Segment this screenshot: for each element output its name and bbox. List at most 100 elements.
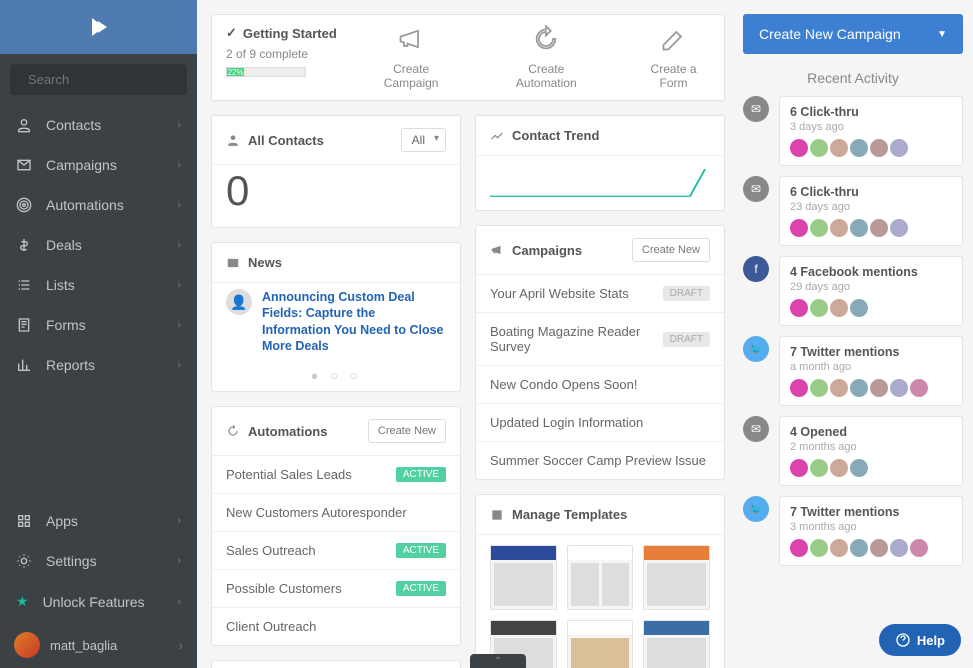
search-box[interactable] — [10, 64, 187, 95]
avatar — [890, 379, 908, 397]
list-item[interactable]: New Customers Autoresponder — [212, 493, 460, 531]
template-thumb[interactable] — [643, 620, 710, 668]
avatar — [850, 219, 868, 237]
nav-label: Reports — [46, 357, 95, 373]
nav-label: Lists — [46, 277, 75, 293]
create-form-action[interactable]: Create a Form — [637, 25, 710, 90]
status-badge: ACTIVE — [396, 543, 446, 558]
activity-time: a month ago — [790, 361, 952, 373]
campaigns-card: Campaigns Create New Your April Website … — [475, 225, 725, 480]
chart-icon — [16, 357, 32, 373]
target-icon — [16, 197, 32, 213]
template-thumb[interactable] — [643, 545, 710, 610]
logo[interactable] — [0, 0, 197, 54]
all-contacts-card: All Contacts All 0 — [211, 115, 461, 228]
list-item[interactable]: New Condo Opens Soon! — [476, 365, 724, 403]
activity-item[interactable]: f4 Facebook mentions29 days ago — [743, 256, 963, 326]
nav-item-campaigns[interactable]: Campaigns› — [0, 145, 197, 185]
help-button[interactable]: Help — [879, 624, 961, 656]
nav-item-settings[interactable]: Settings› — [0, 541, 197, 581]
item-name: Summer Soccer Camp Preview Issue — [490, 453, 706, 468]
avatar — [850, 459, 868, 477]
main-content: ✓ Getting Started 2 of 9 complete 22% Cr… — [197, 0, 739, 668]
list-item[interactable]: Updated Login Information — [476, 403, 724, 441]
nav-bottom: Apps›Settings›★Unlock Features› — [0, 501, 197, 622]
list-item[interactable]: Summer Soccer Camp Preview Issue — [476, 441, 724, 479]
avatar — [850, 379, 868, 397]
template-icon — [490, 508, 504, 522]
list-item[interactable]: Potential Sales LeadsACTIVE — [212, 456, 460, 493]
nav-item-automations[interactable]: Automations› — [0, 185, 197, 225]
avatar — [790, 299, 808, 317]
activity-item[interactable]: 🐦7 Twitter mentionsa month ago — [743, 336, 963, 406]
search-input[interactable] — [28, 72, 204, 87]
chevron-right-icon: › — [177, 199, 181, 211]
collapse-tab[interactable]: ⌃ — [470, 654, 526, 668]
create-campaign-button[interactable]: Create New — [632, 238, 710, 262]
person-icon — [226, 133, 240, 147]
news-headline-link[interactable]: Announcing Custom Deal Fields: Capture t… — [262, 289, 446, 354]
chevron-right-icon: › — [177, 239, 181, 251]
getting-started-title: ✓ Getting Started — [226, 25, 337, 41]
templates-card: Manage Templates — [475, 494, 725, 668]
avatar — [910, 379, 928, 397]
apps-icon — [16, 513, 32, 529]
nav-label: Contacts — [46, 117, 101, 133]
avatar — [810, 459, 828, 477]
nav-item-contacts[interactable]: Contacts› — [0, 105, 197, 145]
list-item[interactable]: Client Outreach — [212, 607, 460, 645]
status-badge: ACTIVE — [396, 467, 446, 482]
activity-item[interactable]: ✉4 Opened2 months ago — [743, 416, 963, 486]
template-thumb[interactable] — [567, 545, 634, 610]
avatar — [790, 139, 808, 157]
avatar — [830, 219, 848, 237]
nav-item-deals[interactable]: Deals› — [0, 225, 197, 265]
create-automation-button[interactable]: Create New — [368, 419, 446, 443]
avatar — [890, 139, 908, 157]
nav-label: Unlock Features — [43, 594, 145, 610]
avatar — [870, 539, 888, 557]
list-item[interactable]: Your April Website StatsDRAFT — [476, 275, 724, 312]
getting-started-card: ✓ Getting Started 2 of 9 complete 22% Cr… — [211, 14, 725, 101]
avatar — [810, 139, 828, 157]
activity-item[interactable]: ✉6 Click-thru3 days ago — [743, 96, 963, 166]
item-name: Boating Magazine Reader Survey — [490, 324, 663, 354]
avatar — [810, 299, 828, 317]
nav-item-apps[interactable]: Apps› — [0, 501, 197, 541]
megaphone-icon — [490, 243, 504, 257]
item-name: Client Outreach — [226, 619, 316, 634]
pagination-dots[interactable]: ● ○ ○ — [212, 364, 460, 391]
nav-main: Contacts›Campaigns›Automations›Deals›Lis… — [0, 105, 197, 385]
progress-text: 2 of 9 complete — [226, 47, 337, 61]
chevron-right-icon: › — [177, 555, 181, 567]
list-item[interactable]: Boating Magazine Reader SurveyDRAFT — [476, 312, 724, 365]
progress-fill: 22% — [227, 68, 244, 76]
template-thumb[interactable] — [567, 620, 634, 668]
create-campaign-action[interactable]: Create Campaign — [367, 25, 456, 90]
avatar — [870, 379, 888, 397]
activity-time: 23 days ago — [790, 201, 952, 213]
nav-item-lists[interactable]: Lists› — [0, 265, 197, 305]
nav-item-reports[interactable]: Reports› — [0, 345, 197, 385]
activity-item[interactable]: 🐦7 Twitter mentions3 months ago — [743, 496, 963, 566]
activity-item[interactable]: ✉6 Click-thru23 days ago — [743, 176, 963, 246]
create-new-campaign-button[interactable]: Create New Campaign▼ — [743, 14, 963, 54]
right-panel: Create New Campaign▼ Recent Activity ✉6 … — [739, 0, 973, 668]
help-icon — [895, 632, 911, 648]
list-item[interactable]: Possible CustomersACTIVE — [212, 569, 460, 607]
users-icon — [16, 117, 32, 133]
avatar — [890, 539, 908, 557]
activity-type-icon: ✉ — [743, 176, 769, 202]
create-automation-action[interactable]: Create Automation — [499, 25, 593, 90]
refresh-icon — [532, 25, 560, 53]
avatar — [830, 539, 848, 557]
caret-down-icon: ▼ — [937, 29, 947, 40]
news-card: News 👤 Announcing Custom Deal Fields: Ca… — [211, 242, 461, 392]
list-item[interactable]: Sales OutreachACTIVE — [212, 531, 460, 569]
nav-item-forms[interactable]: Forms› — [0, 305, 197, 345]
user-row[interactable]: matt_baglia › — [0, 622, 197, 668]
template-thumb[interactable] — [490, 545, 557, 610]
contacts-filter[interactable]: All — [401, 128, 446, 152]
avatar — [870, 139, 888, 157]
nav-item-unlock-features[interactable]: ★Unlock Features› — [0, 581, 197, 622]
